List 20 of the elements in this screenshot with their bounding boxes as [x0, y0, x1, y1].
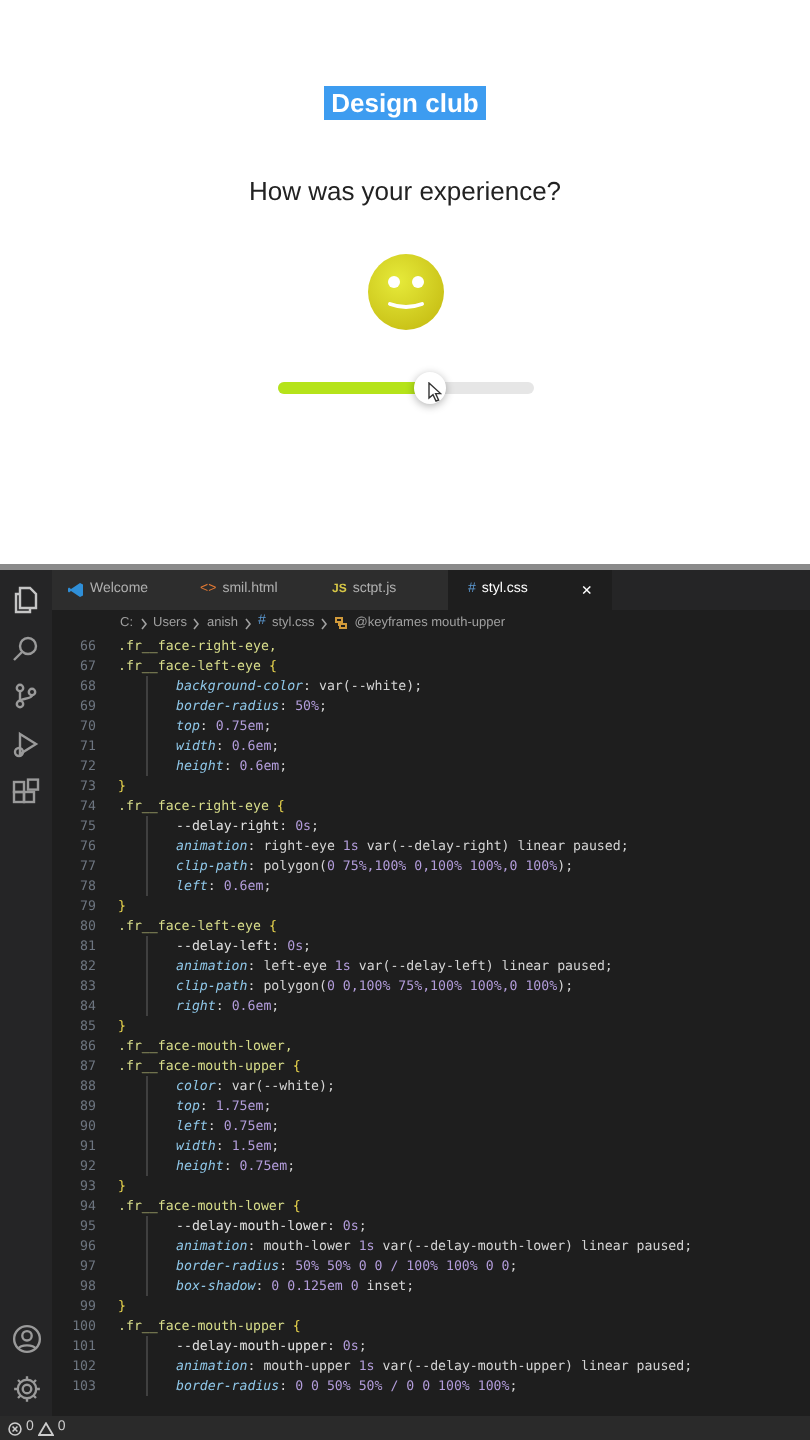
cursor-icon: [428, 381, 443, 401]
badge: Design club: [323, 86, 487, 120]
account-icon[interactable]: [11, 1324, 41, 1354]
close-icon[interactable]: ×: [581, 581, 592, 599]
chevron-icon: [244, 617, 253, 629]
chevron-icon: [192, 617, 201, 629]
keyframes-icon: [334, 616, 349, 630]
code-editor-icon: [68, 582, 84, 598]
smiley-icon: [365, 251, 445, 331]
search-icon[interactable]: [12, 634, 40, 662]
chevron-icon: [139, 617, 147, 629]
question-text: How was your experience?: [248, 174, 562, 210]
extensions-icon[interactable]: [12, 778, 40, 806]
error-icon: [8, 1421, 22, 1435]
source-control-icon[interactable]: [12, 682, 40, 710]
files-icon[interactable]: [12, 586, 40, 614]
chevron-icon: [320, 617, 329, 629]
run-debug-icon[interactable]: [12, 730, 40, 758]
settings-icon[interactable]: [11, 1374, 41, 1404]
warning-icon: [37, 1421, 54, 1435]
